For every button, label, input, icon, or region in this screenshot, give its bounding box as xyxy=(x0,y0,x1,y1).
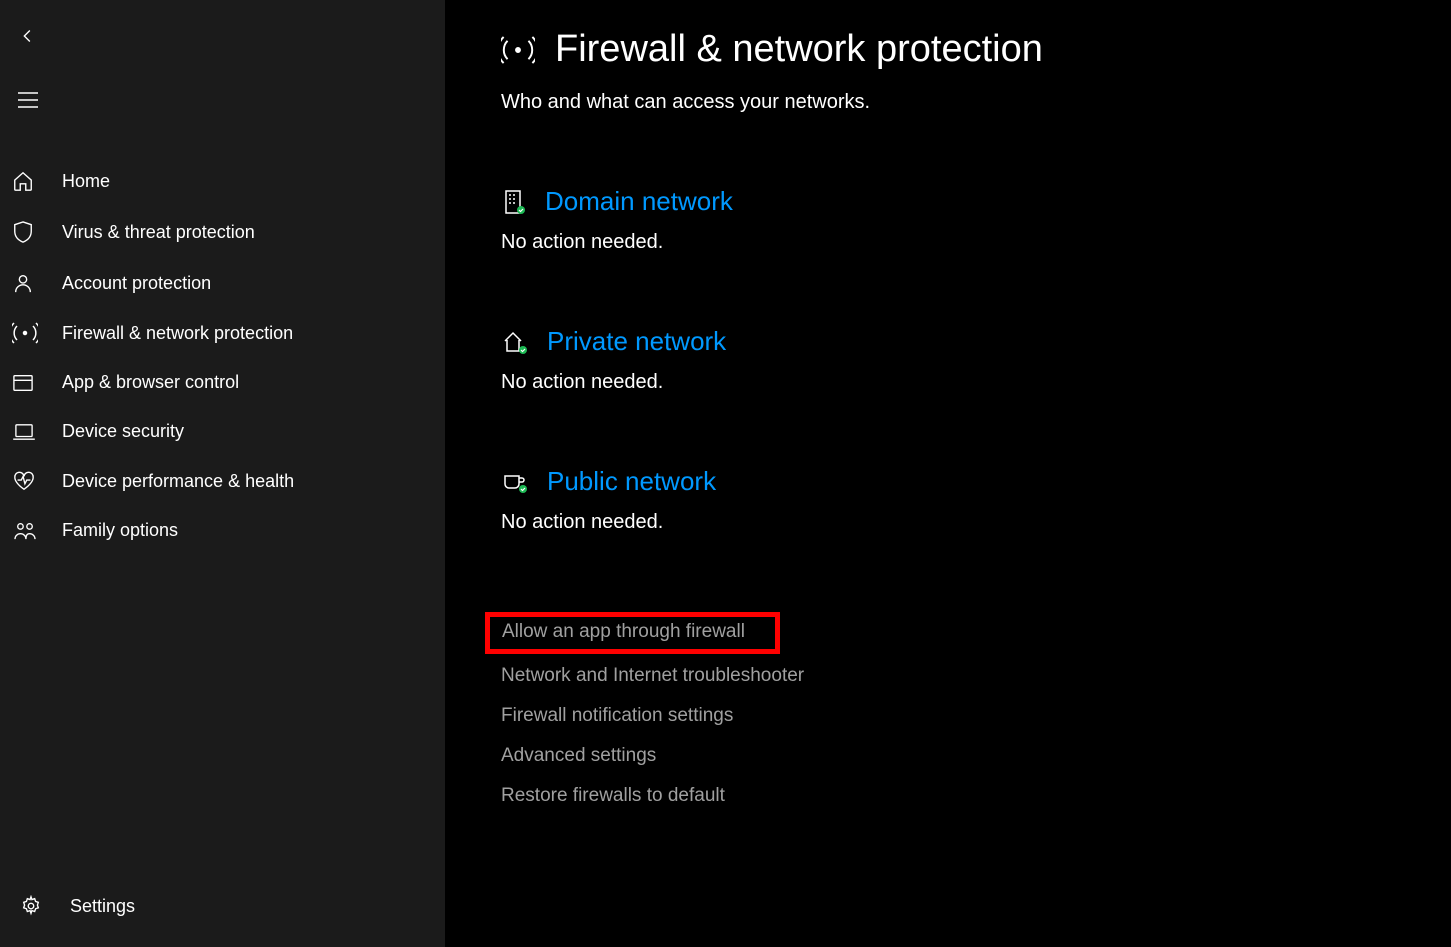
home-icon xyxy=(12,170,48,192)
hamburger-icon xyxy=(17,91,39,109)
sidebar-item-performance[interactable]: Device performance & health xyxy=(0,456,445,506)
person-icon xyxy=(12,272,48,294)
nav-list: Home Virus & threat protection Account p… xyxy=(0,156,445,869)
network-section-private: Private network No action needed. xyxy=(501,326,1395,394)
sidebar: Home Virus & threat protection Account p… xyxy=(0,0,445,947)
sidebar-item-label: Device performance & health xyxy=(62,471,294,492)
sidebar-item-firewall[interactable]: Firewall & network protection xyxy=(0,308,445,358)
network-section-public: Public network No action needed. xyxy=(501,466,1395,534)
sidebar-item-label: Firewall & network protection xyxy=(62,323,293,344)
actions-list: Allow an app through firewall Network an… xyxy=(501,612,1395,816)
sidebar-item-home[interactable]: Home xyxy=(0,156,445,206)
sidebar-item-settings[interactable]: Settings xyxy=(8,881,437,931)
family-icon xyxy=(12,521,48,541)
restore-defaults-link[interactable]: Restore firewalls to default xyxy=(501,776,1395,816)
allow-app-link[interactable]: Allow an app through firewall xyxy=(502,621,745,643)
notification-settings-link[interactable]: Firewall notification settings xyxy=(501,696,1395,736)
advanced-settings-link[interactable]: Advanced settings xyxy=(501,736,1395,776)
sidebar-item-app-browser[interactable]: App & browser control xyxy=(0,358,445,407)
sidebar-item-label: Family options xyxy=(62,520,178,541)
shield-icon xyxy=(12,220,48,244)
domain-network-link[interactable]: Domain network xyxy=(545,186,733,217)
antenna-icon xyxy=(501,35,535,65)
sidebar-item-label: Home xyxy=(62,171,110,192)
menu-button[interactable] xyxy=(8,80,48,120)
highlight-annotation: Allow an app through firewall xyxy=(485,612,780,654)
back-button[interactable] xyxy=(8,16,48,56)
house-icon xyxy=(501,329,529,355)
sidebar-item-label: Device security xyxy=(62,421,184,442)
sidebar-item-device-security[interactable]: Device security xyxy=(0,407,445,456)
gear-icon xyxy=(20,895,56,917)
sidebar-item-label: Account protection xyxy=(62,273,211,294)
building-icon xyxy=(501,189,527,215)
back-arrow-icon xyxy=(17,25,39,47)
sidebar-item-label: App & browser control xyxy=(62,372,239,393)
coffee-icon xyxy=(501,470,529,494)
public-network-link[interactable]: Public network xyxy=(547,466,716,497)
public-network-status: No action needed. xyxy=(501,511,1395,534)
private-network-status: No action needed. xyxy=(501,371,1395,394)
sidebar-item-account[interactable]: Account protection xyxy=(0,258,445,308)
sidebar-item-virus[interactable]: Virus & threat protection xyxy=(0,206,445,258)
private-network-link[interactable]: Private network xyxy=(547,326,726,357)
antenna-icon xyxy=(12,322,48,344)
sidebar-item-label: Settings xyxy=(70,896,135,917)
device-icon xyxy=(12,423,48,441)
main-content: Firewall & network protection Who and wh… xyxy=(445,0,1451,947)
sidebar-item-label: Virus & threat protection xyxy=(62,222,255,243)
page-title: Firewall & network protection xyxy=(555,28,1043,71)
page-subtitle: Who and what can access your networks. xyxy=(501,91,1395,114)
heart-icon xyxy=(12,470,48,492)
network-section-domain: Domain network No action needed. xyxy=(501,186,1395,254)
domain-network-status: No action needed. xyxy=(501,231,1395,254)
troubleshooter-link[interactable]: Network and Internet troubleshooter xyxy=(501,656,1395,696)
sidebar-item-family[interactable]: Family options xyxy=(0,506,445,555)
browser-icon xyxy=(12,373,48,393)
